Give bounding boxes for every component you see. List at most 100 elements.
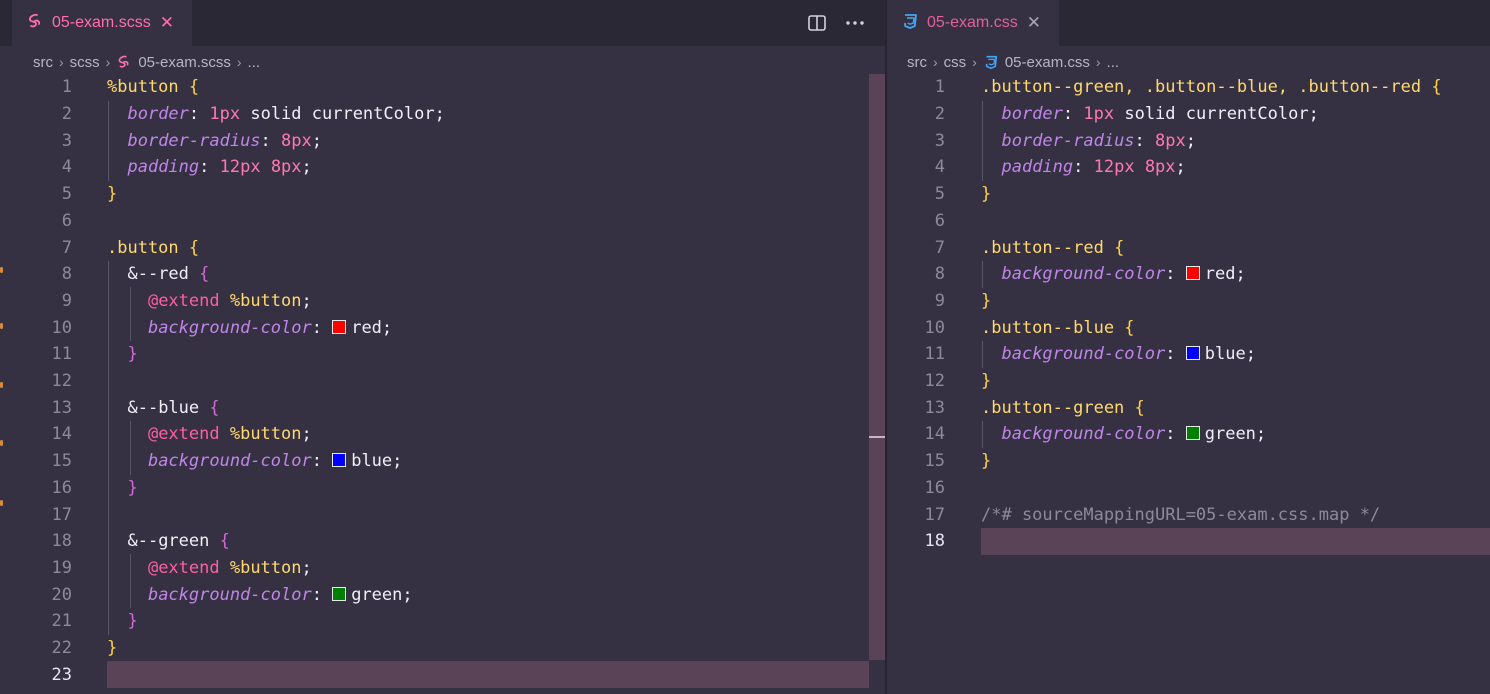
brace: {: [188, 264, 210, 285]
code-text: }: [981, 184, 991, 204]
number: 1px: [209, 104, 241, 125]
code-text: .button {: [107, 238, 199, 258]
breadcrumb: src › scss › 05-exam.scss › ...: [33, 50, 260, 74]
value: ;: [1185, 130, 1196, 151]
code-text: background-color: green;: [981, 424, 1266, 444]
number: 8px: [1155, 130, 1186, 151]
line-number: 7: [61, 237, 72, 258]
color-swatch[interactable]: [1185, 346, 1200, 361]
value: solid currentColor;: [1114, 104, 1319, 125]
value: ;: [1175, 157, 1186, 178]
breadcrumb-more[interactable]: ...: [248, 54, 261, 71]
line-number: 18: [51, 531, 72, 552]
code-text: border: 1px solid currentColor;: [107, 104, 444, 125]
line-number: 4: [934, 157, 945, 178]
line-number: 16: [924, 477, 945, 498]
placeholder-selector: %button: [219, 424, 302, 445]
property: background-color: [1001, 264, 1166, 285]
colon: :: [1073, 157, 1094, 178]
change-marker: [0, 267, 3, 273]
close-icon[interactable]: ✕: [160, 13, 174, 33]
code-text: .button--blue {: [981, 318, 1135, 338]
nested-selector: &--green: [127, 531, 210, 552]
code-editor[interactable]: 1 %button { 2 border: 1px solid currentCo…: [0, 74, 885, 694]
change-marker: [0, 323, 3, 329]
code-line: 8 &--red {: [0, 261, 885, 288]
color-swatch[interactable]: [1185, 266, 1200, 281]
line-number: 12: [924, 371, 945, 392]
line-number: 19: [51, 557, 72, 578]
code-line: 16: [887, 475, 1490, 502]
code-editor[interactable]: 1 .button--green, .button--blue, .button-…: [887, 74, 1490, 694]
more-actions-icon[interactable]: [843, 11, 867, 35]
line-number: 9: [61, 290, 72, 311]
property: background-color: [1001, 424, 1166, 445]
breadcrumb-segment[interactable]: css: [944, 54, 967, 71]
color-swatch[interactable]: [1185, 426, 1200, 441]
code-line: 10 .button--blue {: [887, 314, 1490, 341]
code-text: @extend %button;: [107, 291, 312, 311]
line-number: 11: [51, 344, 72, 365]
breadcrumb-file[interactable]: 05-exam.scss: [138, 54, 231, 71]
code-line: 2 border: 1px solid currentColor;: [887, 101, 1490, 128]
code-text: }: [107, 638, 117, 658]
number: 8px: [260, 157, 302, 178]
code-line: 16 }: [0, 475, 885, 502]
color-swatch[interactable]: [332, 586, 347, 601]
selector: .button: [107, 237, 179, 258]
code-line: 7 .button--red {: [887, 234, 1490, 261]
tab-label: 05-exam.css: [927, 14, 1018, 31]
vertical-scrollbar[interactable]: [869, 74, 885, 660]
code-text: padding: 12px 8px;: [981, 157, 1186, 178]
selector: .button--red: [981, 237, 1104, 258]
breadcrumb-more[interactable]: ...: [1107, 54, 1120, 71]
color-swatch[interactable]: [332, 453, 347, 468]
code-text: background-color: green;: [107, 585, 413, 605]
code-text: }: [107, 611, 137, 631]
code-text: }: [981, 371, 991, 391]
editor-actions: [805, 11, 867, 35]
number: 12px: [1093, 157, 1135, 178]
brace: {: [1114, 317, 1135, 338]
split-editor-icon[interactable]: [805, 11, 829, 35]
breadcrumb-segment[interactable]: src: [33, 54, 53, 71]
code-text: border-radius: 8px;: [981, 131, 1196, 151]
code-text: background-color: blue;: [981, 344, 1255, 364]
breadcrumb-segment[interactable]: scss: [70, 54, 100, 71]
value: blue: [351, 451, 393, 472]
code-line: 17 /*# sourceMappingURL=05-exam.css.map *…: [887, 501, 1490, 528]
code-text: }: [107, 344, 137, 364]
line-number: 17: [924, 504, 945, 525]
brace: }: [107, 638, 118, 659]
code-text: border: 1px solid currentColor;: [981, 104, 1319, 125]
color-swatch[interactable]: [332, 319, 347, 334]
code-line: 12}: [887, 368, 1490, 395]
tab-05-exam-css[interactable]: 05-exam.css ✕: [887, 0, 1059, 46]
tab-label: 05-exam.scss: [52, 14, 151, 31]
close-icon[interactable]: ✕: [1027, 13, 1041, 33]
code-line: 5}: [887, 181, 1490, 208]
value: green: [1204, 424, 1256, 445]
breadcrumb-file[interactable]: 05-exam.css: [1005, 54, 1090, 71]
number: 8px: [1134, 157, 1176, 178]
brace: }: [981, 184, 992, 205]
code-line: 19 @extend %button;: [0, 555, 885, 582]
code-line: 9}: [887, 288, 1490, 315]
tab-05-exam-scss[interactable]: 05-exam.scss ✕: [12, 0, 192, 46]
code-text: .button--green, .button--blue, .button--…: [981, 77, 1442, 97]
property: border-radius: [127, 130, 261, 151]
line-number: 15: [924, 451, 945, 472]
line-number: 14: [924, 424, 945, 445]
chevron-right-icon: ›: [236, 54, 242, 70]
brace: {: [1103, 237, 1125, 258]
code-line: 6: [0, 208, 885, 235]
breadcrumb-segment[interactable]: src: [907, 54, 927, 71]
code-line: 9 @extend %button;: [0, 288, 885, 315]
brace: }: [107, 184, 118, 205]
selector: %button: [107, 77, 179, 98]
line-number: 5: [61, 184, 72, 205]
scrollbar-cursor-marker: [869, 436, 885, 438]
line-number: 13: [924, 397, 945, 418]
property: background-color: [147, 451, 312, 472]
code-text: %button {: [107, 77, 199, 97]
